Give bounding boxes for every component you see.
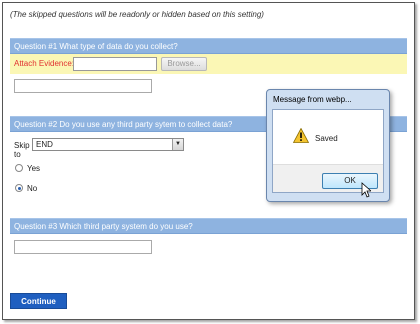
question-3-answer-input[interactable]: [14, 240, 152, 254]
dialog-message: Saved: [315, 134, 338, 143]
attach-evidence-label: Attach Evidence:: [14, 59, 75, 68]
question-1-header: Question #1 What type of data do you col…: [10, 38, 407, 54]
skip-note: (The skipped questions will be readonly …: [10, 10, 264, 19]
continue-button[interactable]: Continue: [10, 293, 67, 309]
warning-icon: [293, 128, 309, 143]
dialog-title: Message from webp...: [273, 95, 352, 104]
radio-no-label: No: [27, 184, 38, 193]
radio-no[interactable]: [15, 184, 23, 192]
attach-evidence-row: Attach Evidence: Browse...: [10, 54, 407, 74]
chevron-down-icon[interactable]: ▼: [172, 139, 183, 150]
skip-to-select[interactable]: END ▼: [32, 138, 184, 151]
browse-button[interactable]: Browse...: [161, 57, 207, 71]
attach-evidence-input[interactable]: [73, 57, 157, 71]
skip-to-selected-value: END: [36, 140, 53, 149]
dialog-body: Saved OK: [272, 109, 384, 193]
mouse-cursor-icon: [361, 182, 371, 198]
question-3-header: Question #3 Which third party system do …: [10, 218, 407, 234]
message-dialog: Message from webp... Saved OK: [266, 89, 390, 202]
question-1-section: Question #1 What type of data do you col…: [10, 38, 407, 93]
question-1-answer-input[interactable]: [14, 79, 152, 93]
question-3-section: Question #3 Which third party system do …: [10, 218, 407, 258]
radio-yes-label: Yes: [27, 164, 41, 173]
radio-yes[interactable]: [15, 164, 23, 172]
skip-to-label: Skip to: [14, 141, 30, 159]
